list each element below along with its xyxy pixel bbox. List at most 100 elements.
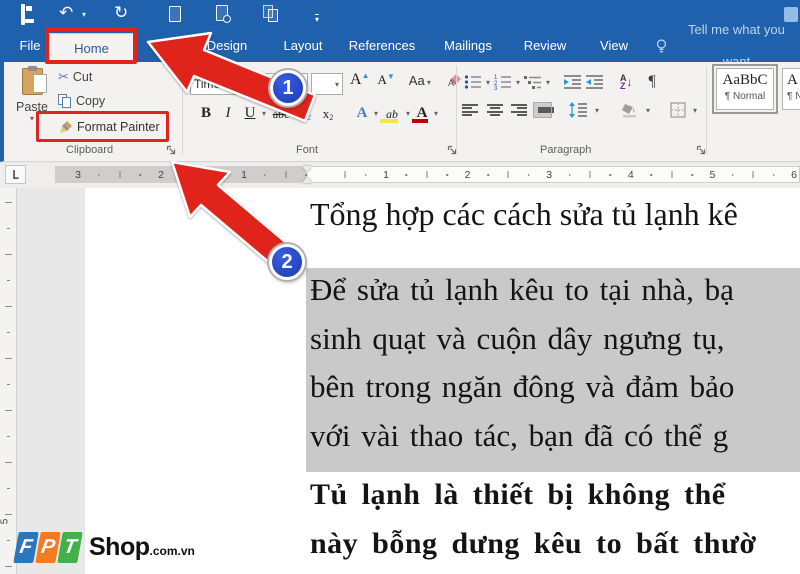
copy-icon bbox=[58, 93, 72, 109]
cut-icon: ✂ bbox=[58, 69, 69, 84]
cut-label: Cut bbox=[72, 70, 93, 84]
horizontal-ruler[interactable]: 3 2 1 1 2 3 4 5 6 bbox=[55, 166, 800, 183]
tab-review[interactable]: Review bbox=[517, 30, 573, 62]
tab-view[interactable]: View bbox=[592, 30, 636, 62]
logo-domain-text: .com.vn bbox=[149, 544, 195, 558]
vertical-ruler-tick bbox=[5, 202, 12, 203]
ruler-number: 4 bbox=[627, 169, 634, 181]
undo-icon[interactable]: ↶ bbox=[59, 2, 73, 24]
ruler-tick bbox=[222, 174, 224, 176]
tell-me-box[interactable]: Tell me what you want bbox=[656, 22, 800, 69]
grow-font-button[interactable]: A▲ bbox=[350, 71, 369, 89]
undo-dropdown-icon[interactable]: ▾ bbox=[82, 10, 86, 19]
ruler-tick bbox=[507, 171, 509, 178]
customize-quick-access-icon[interactable]: ▾ bbox=[315, 9, 320, 27]
ruler-tick bbox=[446, 174, 448, 176]
font-size-combo[interactable]: ▾ bbox=[311, 73, 343, 95]
tab-file[interactable]: File bbox=[10, 30, 50, 62]
decrease-indent-button[interactable] bbox=[564, 74, 582, 90]
ruler-tick bbox=[139, 174, 141, 176]
selected-text-block[interactable]: Để sửa tủ lạnh kêu to tại nhà, bạ sinh q… bbox=[306, 268, 800, 472]
increase-indent-button[interactable] bbox=[586, 74, 604, 90]
highlight-dropdown-icon[interactable]: ▾ bbox=[406, 109, 410, 118]
style-normal[interactable]: AaBbC ¶ Normal bbox=[712, 64, 778, 114]
selected-line: sinh quạt và cuộn dây ngưng tụ, bbox=[310, 321, 725, 356]
redo-icon[interactable]: ↻ bbox=[114, 2, 128, 24]
tab-mailings[interactable]: Mailings bbox=[436, 30, 500, 62]
shading-button[interactable] bbox=[621, 102, 639, 118]
text-effects-dropdown-icon[interactable]: ▾ bbox=[374, 109, 378, 118]
ruler-tick bbox=[528, 174, 530, 176]
logo-block-t: T bbox=[57, 531, 83, 563]
tab-design[interactable]: Design bbox=[200, 30, 254, 62]
italic-button[interactable]: I bbox=[218, 102, 238, 124]
copy-button[interactable]: Copy bbox=[58, 92, 105, 110]
ruler-tick bbox=[426, 171, 428, 178]
borders-button[interactable] bbox=[670, 102, 686, 118]
ruler-tick bbox=[568, 174, 571, 176]
justify-button[interactable] bbox=[533, 102, 554, 118]
align-center-button[interactable] bbox=[486, 103, 503, 117]
print-preview-icon[interactable] bbox=[216, 5, 231, 23]
first-line-indent-marker[interactable] bbox=[302, 166, 312, 172]
ruler-tick bbox=[305, 174, 307, 176]
line-spacing-dropdown-icon[interactable]: ▾ bbox=[595, 106, 599, 115]
underline-button[interactable]: U bbox=[240, 102, 260, 124]
ruler-tick bbox=[609, 174, 612, 176]
change-case-label: Aa bbox=[408, 72, 425, 88]
bold-paragraph-line: Tủ lạnh là thiết bị không thể bbox=[310, 478, 726, 511]
style-sample: A bbox=[787, 72, 798, 88]
font-color-dropdown-icon[interactable]: ▾ bbox=[434, 109, 438, 118]
bullets-button[interactable] bbox=[464, 74, 482, 90]
tab-layout[interactable]: Layout bbox=[276, 30, 330, 62]
ruler-row: L 3 2 1 1 2 3 4 5 6 bbox=[0, 163, 800, 188]
font-color-button[interactable]: A bbox=[412, 102, 432, 124]
ruler-tick bbox=[405, 174, 408, 176]
font-group-label: Font bbox=[296, 144, 319, 156]
ruler-tick bbox=[119, 171, 120, 178]
tab-references[interactable]: References bbox=[346, 30, 418, 62]
clear-formatting-button[interactable]: A bbox=[447, 72, 463, 88]
vertical-ruler-tick bbox=[7, 228, 10, 229]
clipboard-group-label: Clipboard bbox=[66, 144, 114, 156]
ruler-number: 3 bbox=[75, 169, 81, 181]
superscript-button[interactable]: x2 bbox=[318, 102, 338, 124]
highlight-button[interactable]: ab bbox=[380, 102, 404, 124]
bullets-dropdown-icon[interactable]: ▾ bbox=[486, 78, 490, 87]
save-icon[interactable] bbox=[21, 4, 34, 25]
align-right-button[interactable] bbox=[510, 103, 527, 117]
copy-label: Copy bbox=[76, 94, 106, 108]
style-next[interactable]: A ¶ N bbox=[782, 68, 800, 110]
align-left-button[interactable] bbox=[462, 103, 479, 117]
multilevel-dropdown-icon[interactable]: ▾ bbox=[546, 78, 550, 87]
change-case-button[interactable]: Aa ▾ bbox=[409, 73, 431, 88]
style-name: ¶ N bbox=[787, 91, 800, 102]
clipboard-dialog-launcher-icon[interactable] bbox=[166, 145, 177, 156]
borders-dropdown-icon[interactable]: ▾ bbox=[693, 106, 697, 115]
ruler-tick bbox=[487, 174, 489, 176]
show-marks-button[interactable]: ¶ bbox=[649, 73, 656, 91]
document-page[interactable]: Tổng hợp các cách sửa tủ lạnh kê Để sửa … bbox=[85, 188, 800, 574]
bold-button[interactable]: B bbox=[196, 102, 216, 124]
format-painter-highlight-box bbox=[36, 111, 169, 142]
sort-button[interactable]: AZ ↓ bbox=[620, 74, 633, 91]
ruler-number: 6 bbox=[791, 169, 797, 181]
selected-line: Để sửa tủ lạnh kêu to tại nhà, bạ bbox=[310, 272, 734, 307]
numbering-button[interactable]: 123 bbox=[494, 74, 512, 90]
ruler-number: 1 bbox=[383, 169, 389, 181]
vertical-ruler[interactable]: 5 bbox=[0, 188, 17, 574]
text-effects-button[interactable]: A bbox=[352, 102, 372, 124]
numbering-dropdown-icon[interactable]: ▾ bbox=[516, 78, 520, 87]
hanging-indent-marker[interactable] bbox=[302, 177, 312, 183]
shrink-font-button[interactable]: A▼ bbox=[377, 72, 394, 88]
underline-dropdown-icon[interactable]: ▾ bbox=[262, 109, 266, 118]
multilevel-list-button[interactable] bbox=[524, 74, 542, 90]
tab-stop-selector[interactable]: L bbox=[5, 165, 26, 184]
ruler-tick bbox=[671, 171, 673, 178]
line-spacing-button[interactable] bbox=[569, 102, 588, 118]
document-area[interactable]: 5 Tổng hợp các cách sửa tủ lạnh kê Để sử… bbox=[0, 188, 800, 574]
subscript-button[interactable]: x2 bbox=[296, 102, 316, 124]
new-document-icon[interactable] bbox=[169, 6, 181, 22]
shading-dropdown-icon[interactable]: ▾ bbox=[646, 106, 650, 115]
cut-button[interactable]: ✂ Cut bbox=[58, 68, 92, 86]
